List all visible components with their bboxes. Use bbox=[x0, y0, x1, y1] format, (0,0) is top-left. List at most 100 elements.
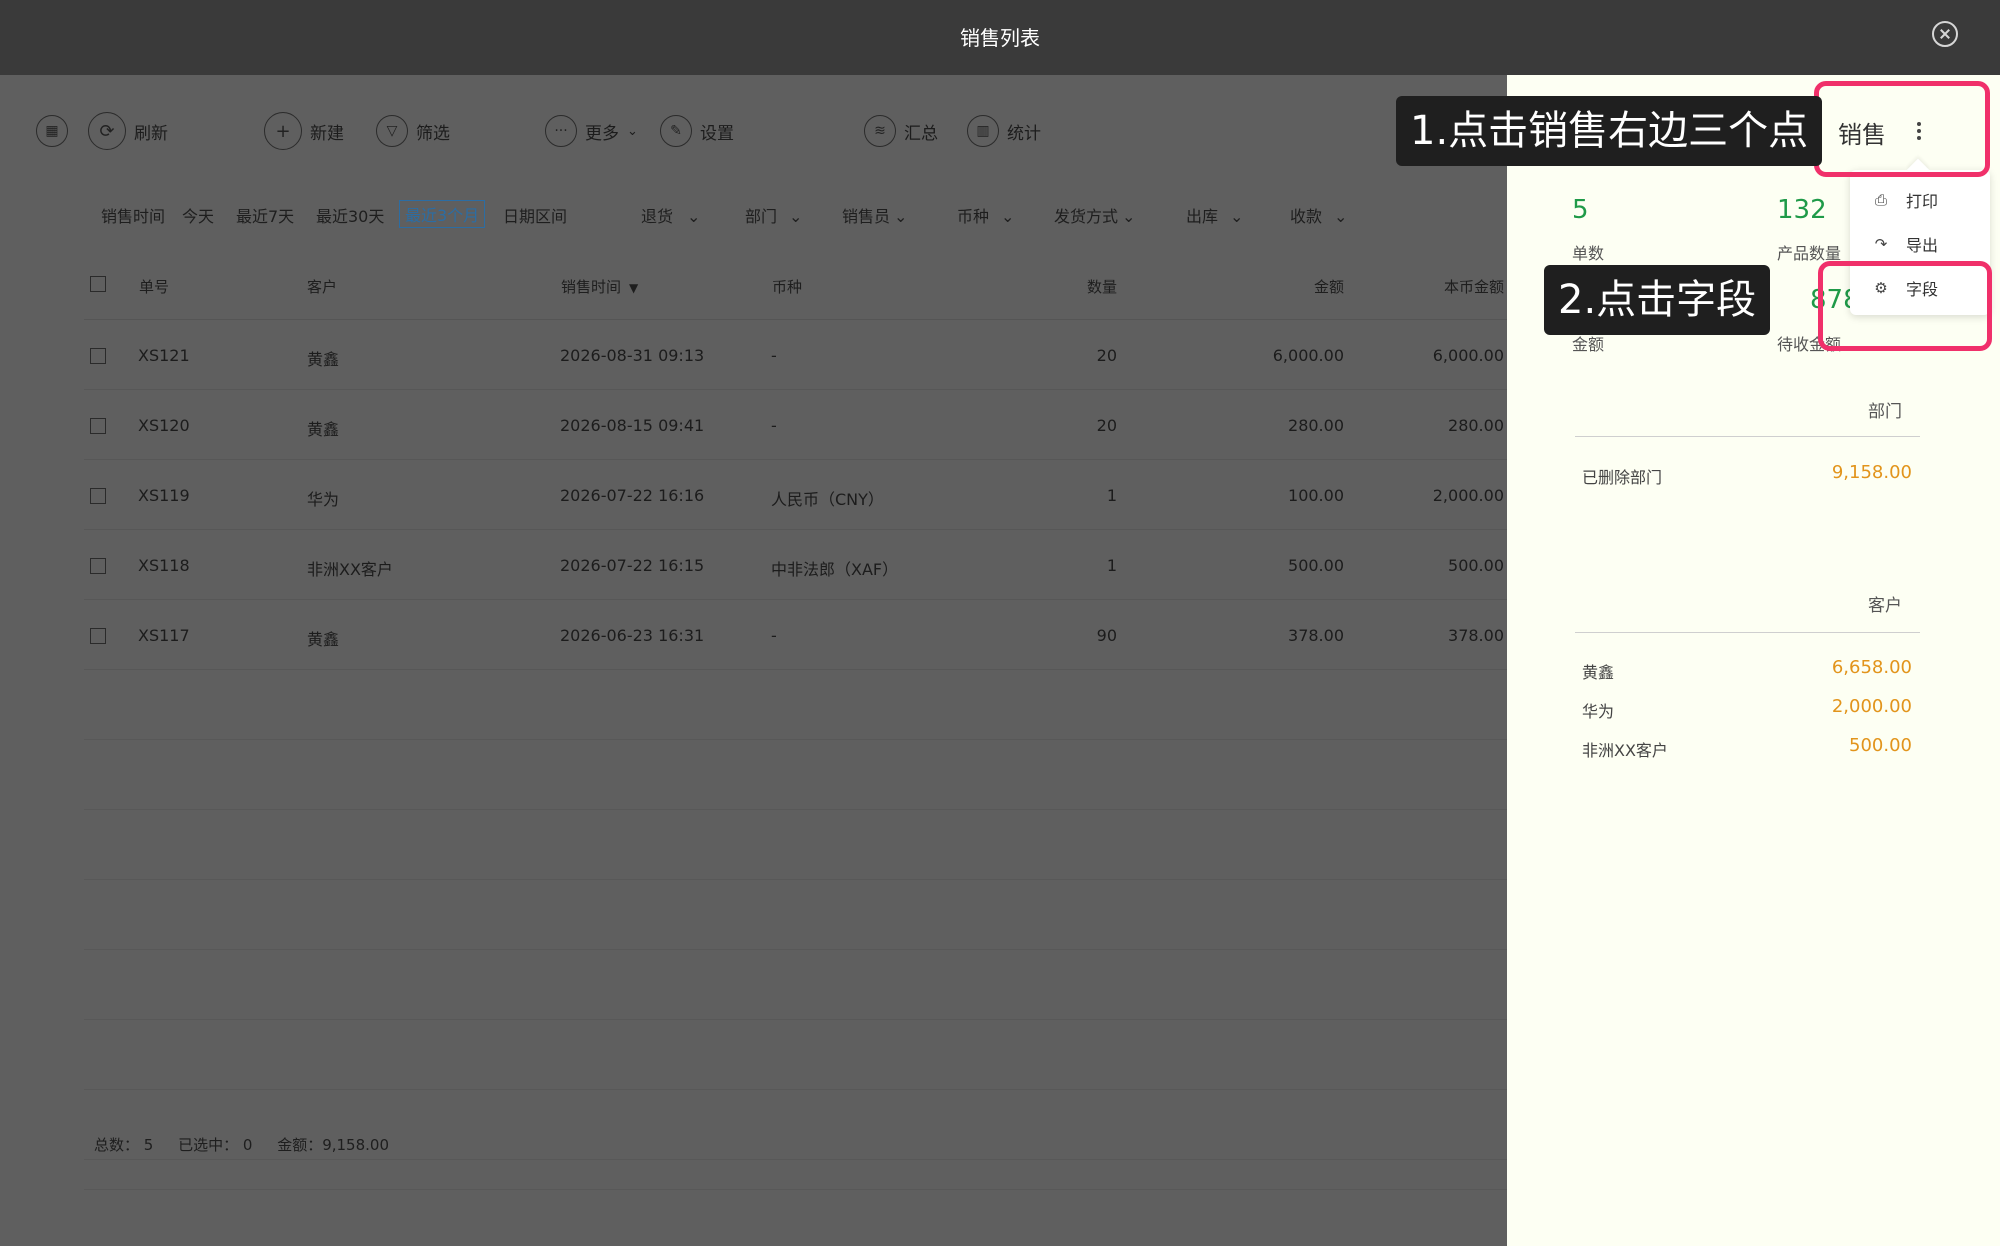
empty-row bbox=[84, 1020, 1507, 1090]
step2-callout: 2.点击字段 bbox=[1544, 265, 1771, 335]
customer-item: 华为 2,000.00 bbox=[1582, 696, 1912, 722]
table-row[interactable]: XS117 黄鑫 2026-06-23 16:31 - 90 378.00 378.00 bbox=[84, 600, 1507, 670]
cell-base-amount: 500.00 bbox=[1448, 556, 1504, 575]
empty-row bbox=[84, 670, 1507, 740]
chevron-down-icon: ⌄ bbox=[789, 207, 803, 226]
close-icon[interactable] bbox=[1932, 21, 1958, 47]
empty-row bbox=[84, 1160, 1507, 1190]
filter-department[interactable]: 部门 ⌄ bbox=[745, 203, 802, 227]
products-count: 132 bbox=[1777, 195, 1827, 225]
filter-date-range[interactable]: 日期区间 bbox=[503, 203, 567, 227]
filter-salesperson-label: 销售员 bbox=[842, 207, 891, 226]
filter-shipping-label: 发货方式 bbox=[1054, 207, 1119, 226]
wrench-icon: ✎ bbox=[660, 115, 692, 147]
filter-shipping[interactable]: 发货方式 ⌄ bbox=[1054, 203, 1135, 227]
ellipsis-icon: ··· bbox=[545, 115, 577, 147]
empty-row bbox=[84, 810, 1507, 880]
customer-name: 黄鑫 bbox=[1582, 663, 1615, 682]
empty-row bbox=[84, 880, 1507, 950]
header-sales-time-label: 销售时间 bbox=[561, 278, 622, 296]
grid-view-button[interactable]: ▦ bbox=[36, 111, 68, 151]
header-customer: 客户 bbox=[307, 278, 338, 296]
cell-amount: 280.00 bbox=[1288, 416, 1344, 435]
customer-value: 6,658.00 bbox=[1831, 657, 1912, 678]
footer-selected: 已选中： 0 bbox=[178, 1136, 253, 1154]
row-checkbox[interactable] bbox=[90, 628, 106, 644]
filter-returns[interactable]: 退货 ⌄ bbox=[641, 203, 700, 227]
menu-print-label: 打印 bbox=[1906, 192, 1939, 211]
customer-item: 非洲XX客户 500.00 bbox=[1582, 735, 1912, 761]
filter-department-label: 部门 bbox=[745, 207, 778, 226]
table-header: 单号 客户 销售时间 ▼ 币种 数量 金额 本币金额 bbox=[84, 250, 1507, 320]
new-label: 新建 bbox=[310, 123, 344, 144]
refresh-button[interactable]: ⟳ 刷新 bbox=[88, 111, 168, 151]
stats-button[interactable]: ▥ 统计 bbox=[967, 111, 1041, 151]
header-sales-time[interactable]: 销售时间 ▼ bbox=[561, 276, 638, 297]
cell-currency: - bbox=[771, 416, 777, 435]
row-checkbox[interactable] bbox=[90, 558, 106, 574]
cell-customer: 黄鑫 bbox=[307, 630, 340, 649]
sort-desc-icon: ▼ bbox=[629, 281, 639, 295]
more-button[interactable]: ··· 更多 ⌄ bbox=[545, 111, 638, 151]
cell-customer: 华为 bbox=[307, 490, 340, 509]
cell-quantity: 20 bbox=[1096, 416, 1117, 435]
row-checkbox[interactable] bbox=[90, 418, 106, 434]
filter-outbound[interactable]: 出库 ⌄ bbox=[1186, 203, 1243, 227]
menu-export-label: 导出 bbox=[1906, 236, 1939, 255]
funnel-icon: ▽ bbox=[376, 115, 408, 147]
cell-currency: - bbox=[771, 626, 777, 645]
cell-sales-time: 2026-08-15 09:41 bbox=[560, 416, 705, 435]
cell-amount: 500.00 bbox=[1288, 556, 1344, 575]
filter-last3m[interactable]: 最近3个月 bbox=[399, 200, 486, 228]
settings-label: 设置 bbox=[700, 123, 734, 144]
customer-value: 2,000.00 bbox=[1831, 696, 1912, 717]
header-base-amount: 本币金额 bbox=[1443, 278, 1504, 296]
customer-heading: 客户 bbox=[1868, 596, 1902, 616]
filter-payment[interactable]: 收款 ⌄ bbox=[1290, 203, 1347, 227]
table-row[interactable]: XS120 黄鑫 2026-08-15 09:41 - 20 280.00 280.00 bbox=[84, 390, 1507, 460]
table-row[interactable]: XS118 非洲XX客户 2026-07-22 16:15 中非法郎（XAF） 1 500… bbox=[84, 530, 1507, 600]
select-all-checkbox[interactable] bbox=[90, 276, 106, 292]
row-checkbox[interactable] bbox=[90, 488, 106, 504]
chevron-down-icon: ⌄ bbox=[687, 207, 701, 226]
cell-order-no: XS118 bbox=[138, 556, 190, 575]
orders-count: 5 bbox=[1572, 195, 1589, 225]
empty-row bbox=[84, 950, 1507, 1020]
share-arrow-icon: ↷ bbox=[1874, 235, 1888, 253]
divider bbox=[1575, 632, 1920, 633]
settings-button[interactable]: ✎ 设置 bbox=[660, 111, 734, 151]
table-footer: 总数： 5 已选中： 0 金额：9,158.00 bbox=[94, 1134, 409, 1155]
cell-amount: 378.00 bbox=[1288, 626, 1344, 645]
chevron-down-icon: ⌄ bbox=[627, 123, 638, 139]
cell-quantity: 20 bbox=[1096, 346, 1117, 365]
customer-item: 黄鑫 6,658.00 bbox=[1582, 657, 1912, 683]
orders-label: 单数 bbox=[1572, 244, 1605, 263]
filter-currency[interactable]: 币种 ⌄ bbox=[957, 203, 1014, 227]
filter-salesperson[interactable]: 销售员 ⌄ bbox=[842, 203, 907, 227]
layers-icon: ≋ bbox=[864, 115, 896, 147]
cell-order-no: XS121 bbox=[138, 346, 190, 365]
filter-bar: 销售时间 今天 最近7天 最近30天 最近3个月 日期区间 退货 ⌄ 部门 ⌄ 销售… bbox=[0, 195, 1507, 235]
new-button[interactable]: + 新建 bbox=[264, 111, 344, 151]
refresh-icon: ⟳ bbox=[88, 112, 126, 150]
cell-currency: 中非法郎（XAF） bbox=[771, 560, 899, 579]
sales-time-label: 销售时间 bbox=[101, 207, 166, 226]
header-quantity: 数量 bbox=[1086, 278, 1117, 296]
row-checkbox[interactable] bbox=[90, 348, 106, 364]
filter-last7[interactable]: 最近7天 bbox=[236, 203, 294, 227]
chevron-down-icon: ⌄ bbox=[1001, 207, 1015, 226]
table-row[interactable]: XS121 黄鑫 2026-08-31 09:13 - 20 6,000.00 6,000.… bbox=[84, 320, 1507, 390]
department-value: 9,158.00 bbox=[1831, 462, 1912, 483]
cell-customer: 非洲XX客户 bbox=[307, 560, 393, 579]
chevron-down-icon: ⌄ bbox=[1230, 207, 1244, 226]
summary-button[interactable]: ≋ 汇总 bbox=[864, 111, 938, 151]
chevron-down-icon: ⌄ bbox=[894, 207, 908, 226]
cell-customer: 黄鑫 bbox=[307, 350, 340, 369]
filter-last30[interactable]: 最近30天 bbox=[316, 203, 384, 227]
cell-base-amount: 378.00 bbox=[1448, 626, 1504, 645]
filter-today[interactable]: 今天 bbox=[182, 203, 214, 227]
menu-print[interactable]: ⎙ 打印 bbox=[1872, 185, 1938, 215]
menu-export[interactable]: ↷ 导出 bbox=[1872, 229, 1938, 259]
filter-button[interactable]: ▽ 筛选 bbox=[376, 111, 450, 151]
table-row[interactable]: XS119 华为 2026-07-22 16:16 人民币（CNY） 1 100.00 2,… bbox=[84, 460, 1507, 530]
